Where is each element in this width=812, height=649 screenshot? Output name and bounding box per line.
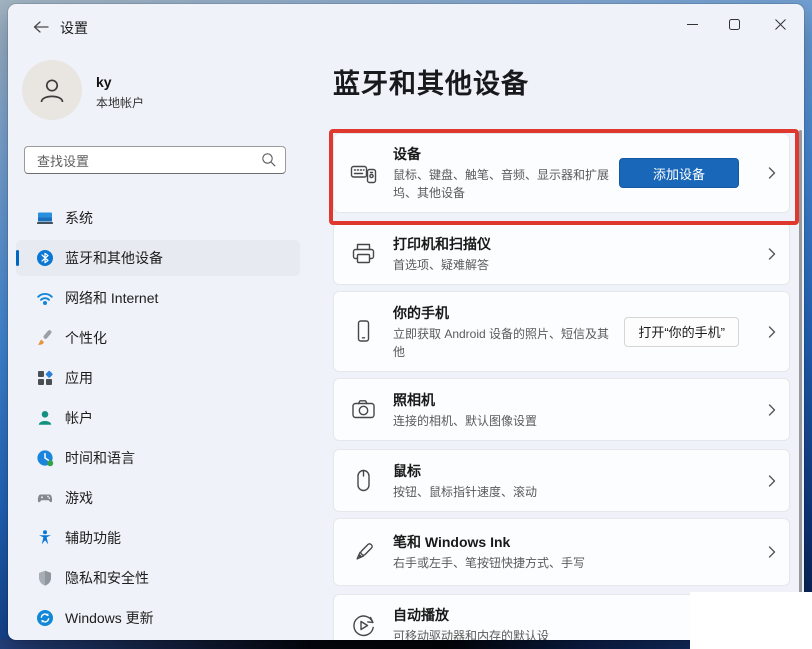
system-icon (36, 209, 54, 227)
sidebar-item-windows-update[interactable]: Windows 更新 (16, 600, 300, 636)
phone-icon (350, 318, 377, 345)
card-description: 鼠标、键盘、触笔、音频、显示器和扩展坞、其他设备 (393, 166, 619, 202)
profile-account-type: 本地帐户 (96, 94, 144, 111)
sidebar-item-label: 隐私和安全性 (65, 568, 149, 588)
autoplay-icon (350, 612, 377, 639)
sidebar-item-label: 应用 (65, 368, 93, 388)
card-description: 立即获取 Android 设备的照片、短信及其他 (393, 325, 619, 361)
accounts-icon (36, 409, 54, 427)
open-your-phone-button[interactable]: 打开“你的手机” (624, 317, 739, 347)
card-description: 按钮、鼠标指针速度、滚动 (393, 483, 773, 501)
back-button[interactable] (28, 16, 54, 38)
pen-icon (350, 539, 377, 566)
search-input[interactable] (35, 148, 254, 174)
camera-icon (350, 396, 377, 423)
card-camera[interactable]: 照相机 连接的相机、默认图像设置 (333, 378, 790, 441)
sidebar-item-gaming[interactable]: 游戏 (16, 480, 300, 516)
sidebar-item-label: 系统 (65, 208, 93, 228)
window-title: 设置 (60, 18, 88, 38)
chevron-right-icon (768, 474, 776, 487)
apps-icon (36, 369, 54, 387)
card-mouse[interactable]: 鼠标 按钮、鼠标指针速度、滚动 (333, 449, 790, 512)
sidebar-item-personalization[interactable]: 个性化 (16, 320, 300, 356)
sidebar-item-system[interactable]: 系统 (16, 200, 300, 236)
add-device-button[interactable]: 添加设备 (619, 158, 739, 188)
card-devices[interactable]: 设备 鼠标、键盘、触笔、音频、显示器和扩展坞、其他设备 添加设备 (333, 133, 790, 213)
profile-name: ky (96, 74, 112, 90)
privacy-icon (36, 569, 54, 587)
page-title: 蓝牙和其他设备 (333, 62, 529, 101)
person-icon (37, 75, 67, 105)
sidebar-item-bluetooth-devices[interactable]: 蓝牙和其他设备 (16, 240, 300, 276)
chevron-right-icon (768, 546, 776, 559)
windows-update-icon (36, 609, 54, 627)
sidebar-item-network[interactable]: 网络和 Internet (16, 280, 300, 316)
search-icon[interactable] (261, 152, 277, 168)
card-description: 右手或左手、笔按钮快捷方式、手写 (393, 554, 773, 572)
maximize-button[interactable] (714, 10, 754, 38)
card-your-phone[interactable]: 你的手机 立即获取 Android 设备的照片、短信及其他 打开“你的手机” (333, 291, 790, 372)
sidebar-item-label: 帐户 (65, 408, 93, 428)
sidebar-item-label: 辅助功能 (65, 528, 121, 548)
selection-accent (16, 250, 19, 266)
bluetooth-icon (36, 249, 54, 267)
card-title: 照相机 (393, 390, 773, 410)
card-printers-scanners[interactable]: 打印机和扫描仪 首选项、疑难解答 (333, 222, 790, 285)
sidebar-item-label: 时间和语言 (65, 448, 135, 468)
white-corner-overlay (690, 592, 812, 649)
sidebar-item-label: Windows 更新 (65, 608, 154, 628)
card-title: 打印机和扫描仪 (393, 234, 773, 254)
card-title: 笔和 Windows Ink (393, 532, 773, 552)
sidebar-item-label: 网络和 Internet (65, 288, 158, 308)
gaming-icon (36, 489, 54, 507)
card-description: 连接的相机、默认图像设置 (393, 412, 773, 430)
scrollbar[interactable] (799, 130, 802, 624)
chevron-right-icon (768, 403, 776, 416)
chevron-right-icon (768, 167, 776, 180)
avatar[interactable] (22, 60, 82, 120)
card-description: 首选项、疑难解答 (393, 256, 773, 274)
sidebar-item-label: 蓝牙和其他设备 (65, 248, 163, 268)
devices-icon (350, 160, 377, 187)
sidebar-item-label: 游戏 (65, 488, 93, 508)
time-language-icon (36, 449, 54, 467)
personalization-icon (36, 329, 54, 347)
sidebar-item-apps[interactable]: 应用 (16, 360, 300, 396)
printer-icon (350, 240, 377, 267)
card-pen-windows-ink[interactable]: 笔和 Windows Ink 右手或左手、笔按钮快捷方式、手写 (333, 518, 790, 586)
sidebar-item-label: 个性化 (65, 328, 107, 348)
minimize-button[interactable] (672, 10, 712, 38)
network-icon (36, 289, 54, 307)
sidebar-item-accounts[interactable]: 帐户 (16, 400, 300, 436)
chevron-right-icon (768, 247, 776, 260)
card-title: 鼠标 (393, 461, 773, 481)
sidebar-item-privacy-security[interactable]: 隐私和安全性 (16, 560, 300, 596)
close-button[interactable] (760, 10, 800, 38)
sidebar-item-accessibility[interactable]: 辅助功能 (16, 520, 300, 556)
search-box[interactable] (24, 146, 286, 174)
settings-window: 设置 ky 本地帐户 系统 蓝牙和其他设备 (8, 4, 804, 640)
accessibility-icon (36, 529, 54, 547)
mouse-icon (350, 467, 377, 494)
chevron-right-icon (768, 325, 776, 338)
sidebar-item-time-language[interactable]: 时间和语言 (16, 440, 300, 476)
